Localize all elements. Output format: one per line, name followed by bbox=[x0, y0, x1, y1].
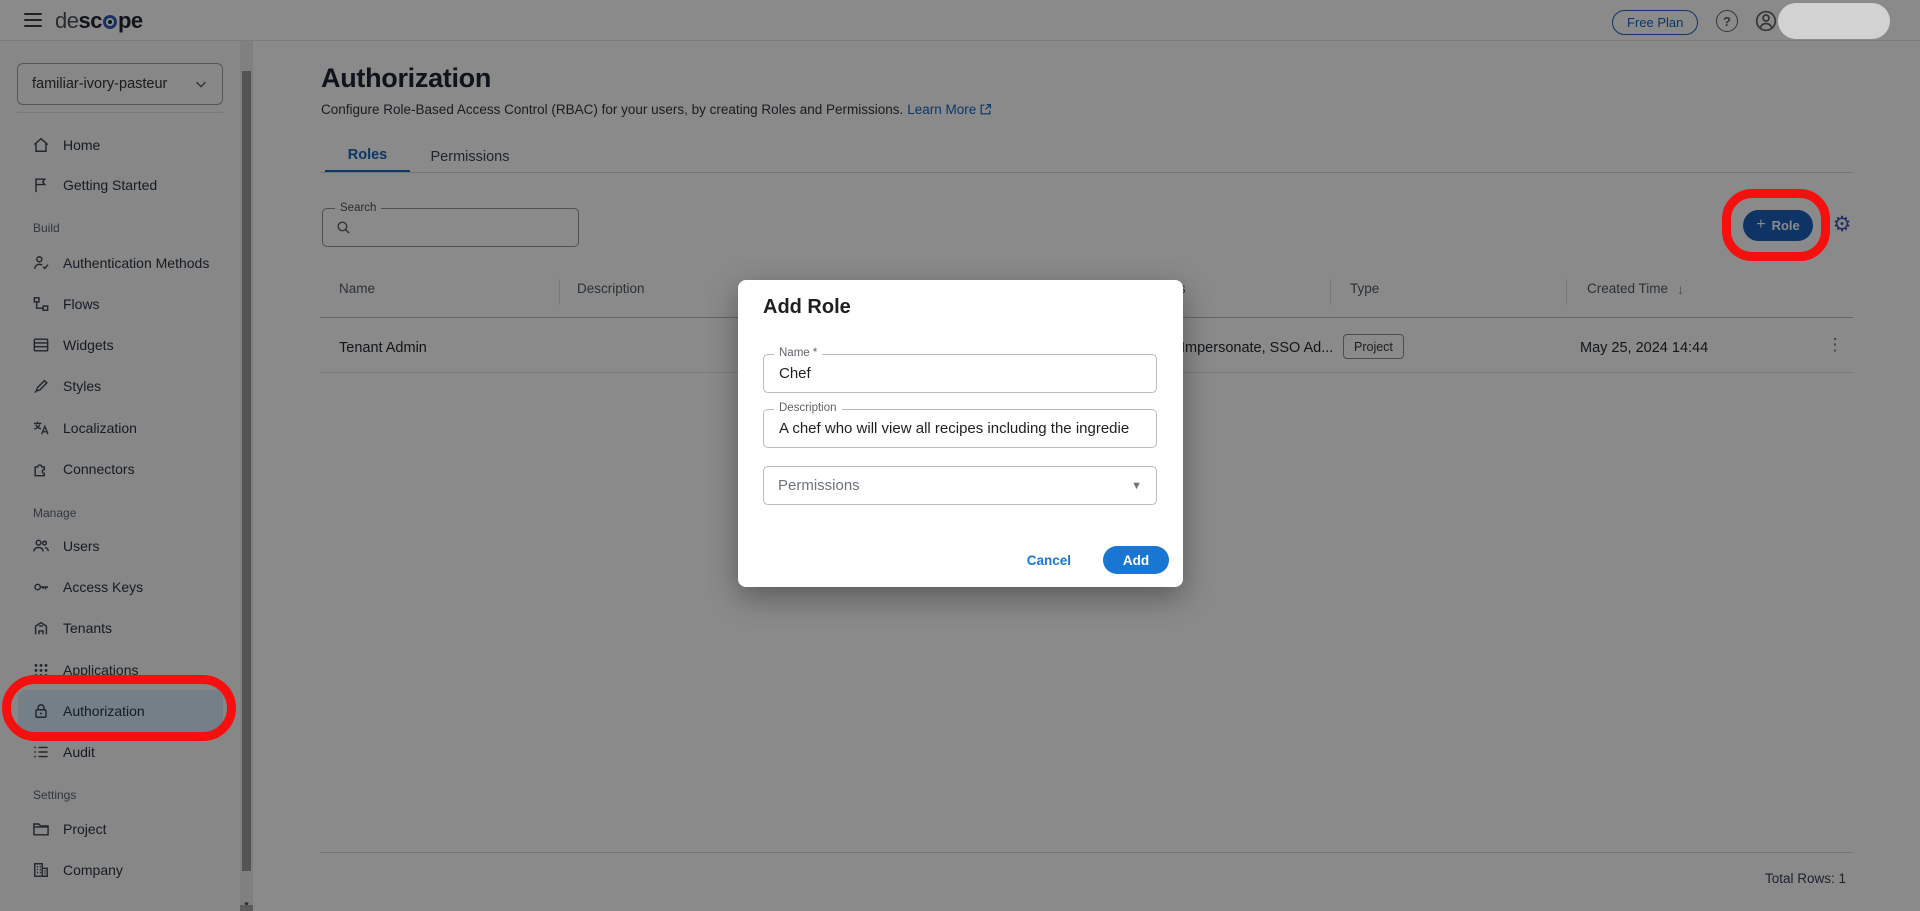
permissions-select-label: Permissions bbox=[778, 477, 1131, 494]
permissions-select[interactable]: Permissions ▼ bbox=[763, 466, 1157, 505]
name-field-label: Name * bbox=[774, 347, 822, 359]
description-field: Description bbox=[763, 409, 1157, 448]
chevron-down-icon: ▼ bbox=[1131, 480, 1142, 492]
cancel-button[interactable]: Cancel bbox=[1021, 552, 1077, 569]
description-input[interactable] bbox=[777, 414, 1145, 443]
add-role-modal: Add Role Name * Description Permissions … bbox=[738, 280, 1183, 587]
descope-console: descpe Free Plan ? familiar-ivory-pasteu… bbox=[0, 0, 1920, 911]
add-button[interactable]: Add bbox=[1103, 546, 1169, 574]
redacted-account-name bbox=[1778, 3, 1890, 39]
name-input[interactable] bbox=[777, 359, 1145, 388]
modal-actions: Cancel Add bbox=[1021, 546, 1169, 574]
modal-title: Add Role bbox=[763, 296, 851, 319]
name-field: Name * bbox=[763, 354, 1157, 393]
description-field-label: Description bbox=[774, 402, 842, 414]
